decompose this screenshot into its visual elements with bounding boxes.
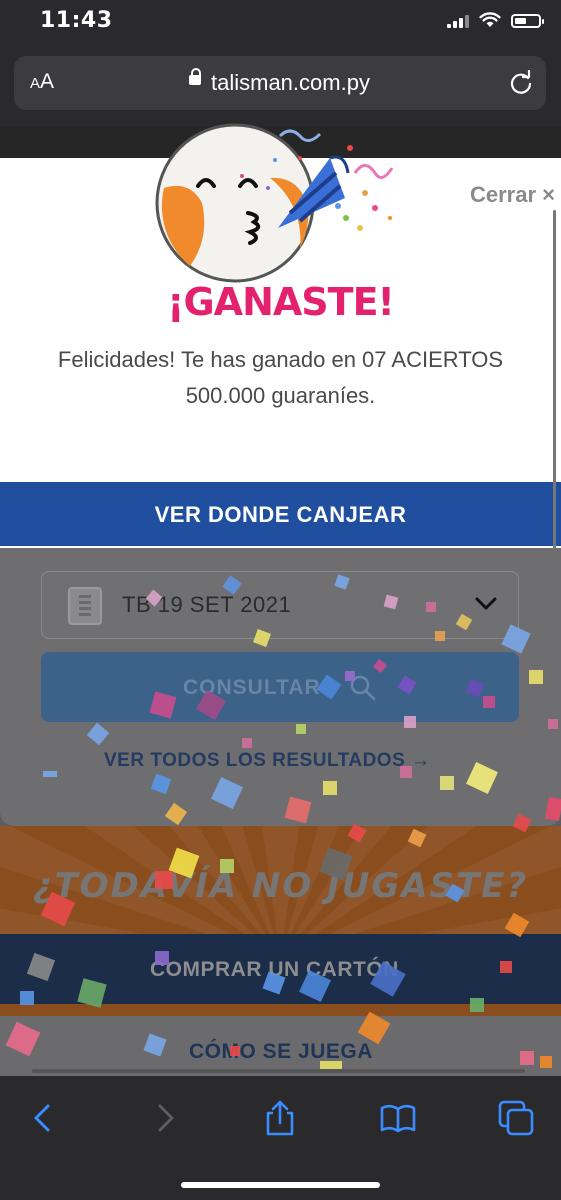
draw-date-select[interactable]: TB 19 SET 2021 (41, 571, 519, 639)
home-indicator[interactable] (181, 1182, 380, 1188)
browser-toolbar (0, 1069, 561, 1200)
redeem-locations-button[interactable]: VER DONDE CANJEAR (0, 482, 561, 546)
lock-icon (189, 68, 201, 85)
battery-icon (511, 14, 544, 28)
consult-button[interactable]: CONSULTAR (41, 652, 519, 722)
all-results-link[interactable]: VER TODOS LOS RESULTADOS → (104, 750, 431, 772)
buy-card-button[interactable]: COMPRAR UN CARTÓN (0, 934, 561, 1004)
page-scrollbar (32, 1069, 525, 1073)
status-icons (447, 12, 544, 28)
buy-card-label: COMPRAR UN CARTÓN (150, 958, 399, 981)
wifi-icon (479, 12, 501, 27)
address-bar[interactable]: AA talisman.com.py (14, 56, 546, 110)
status-bar: 11:43 (0, 0, 561, 44)
browser-address-area: AA talisman.com.py (0, 44, 561, 126)
search-icon (350, 675, 376, 701)
reload-icon[interactable] (508, 70, 534, 96)
consult-button-label: CONSULTAR (183, 676, 321, 699)
how-to-play-label: CÓMO SE JUEGA (189, 1040, 373, 1063)
modal-title: ¡GANASTE! (167, 280, 395, 324)
chevron-down-icon (475, 597, 497, 610)
redeem-locations-label: VER DONDE CANJEAR (154, 502, 407, 527)
how-to-play-button[interactable]: CÓMO SE JUEGA (0, 1016, 561, 1076)
cellular-signal-icon (447, 14, 469, 28)
text-size-button[interactable]: AA (30, 70, 54, 94)
status-time: 11:43 (40, 8, 113, 33)
promo-divider (0, 1004, 561, 1016)
modal-message-line1: Felicidades! Te has ganado en 07 ACIERTO… (57, 347, 504, 372)
back-icon[interactable] (26, 1100, 62, 1136)
tabs-icon[interactable] (498, 1100, 534, 1136)
modal-message: Felicidades! Te has ganado en 07 ACIERTO… (0, 342, 561, 414)
share-icon[interactable] (262, 1100, 298, 1136)
party-mascot-illustration (155, 123, 394, 283)
modal-message-line2: 500.000 guaraníes. (185, 383, 376, 408)
close-modal-link[interactable]: Cerrar × (470, 182, 555, 208)
url-text[interactable]: talisman.com.py (211, 70, 370, 96)
calendar-icon (68, 587, 102, 625)
draw-date-value: TB 19 SET 2021 (122, 592, 292, 617)
forward-icon[interactable] (146, 1100, 182, 1136)
modal-scrollbar[interactable] (553, 210, 556, 550)
bookmarks-icon[interactable] (380, 1100, 416, 1136)
promo-headline: ¿TODAVÍA NO JUGASTE? (32, 866, 529, 906)
